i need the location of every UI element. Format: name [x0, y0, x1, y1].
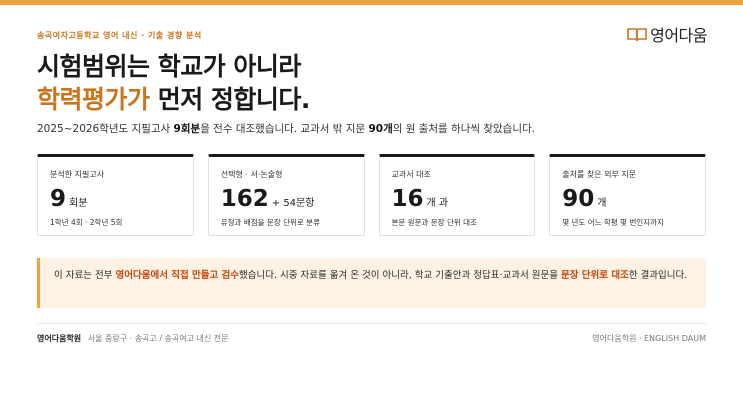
stat-card-questions: 선택형 · 서·논술형 162 + 54문항 유형과 배점을 문장 단위로 분류	[207, 154, 365, 236]
stat-card-value: 16	[391, 186, 424, 212]
stat-card-note: 유형과 배점을 문장 단위로 분류	[220, 218, 320, 227]
footer-left: 영어다움학원 서울 중랑구 · 송곡고 / 송곡여고 내신 전문	[37, 333, 229, 344]
stat-card-value-row: 9 회분	[50, 186, 181, 212]
stat-card-label: 출처를 찾은 외부 지문	[562, 170, 637, 179]
callout-text-3: 한 결과입니다.	[628, 270, 688, 281]
notice-callout: 이 자료는 전부 영어다움에서 직접 만들고 검수했습니다. 시중 자료를 옮겨…	[37, 258, 706, 308]
stat-card-label: 분석한 지필고사	[50, 170, 105, 179]
callout-highlight-1: 영어다움에서 직접 만들고 검수	[115, 270, 240, 281]
stat-card-note: 몇 년도 어느 학평 몇 번인지까지	[562, 218, 664, 227]
stat-card-unit: 개	[597, 198, 607, 209]
stat-card-value: 162	[220, 186, 269, 212]
stat-card-value-row: 16 개 과	[392, 186, 523, 212]
stat-card-note: 1학년 4회 · 2학년 5회	[50, 218, 123, 227]
stat-card-unit: 개 과	[426, 198, 449, 209]
lede-bold-1: 9회분	[173, 123, 201, 135]
brand-logo: 영어다움	[627, 22, 707, 46]
headline-line-2-rest: 먼저 정합니다.	[149, 85, 311, 114]
stat-card-value: 9	[50, 186, 67, 212]
stat-card-label: 교과서 대조	[391, 170, 431, 179]
headline-line-2: 학력평가가 먼저 정합니다.	[37, 83, 310, 116]
stat-cards: 분석한 지필고사 9 회분 1학년 4회 · 2학년 5회 선택형 · 서·논술…	[37, 154, 706, 236]
lede-text-2: 을 전수 대조했습니다. 교과서 밖 지문	[200, 123, 369, 135]
stat-card-unit: 회분	[69, 198, 88, 209]
logo-text: 영어다움	[650, 26, 707, 45]
lede-text-1: 2025~2026학년도 지필고사	[37, 123, 174, 135]
stat-card-value: 90	[562, 186, 595, 212]
footer-divider	[37, 323, 706, 324]
headline-accent: 학력평가가	[37, 85, 150, 114]
stat-card-exams: 분석한 지필고사 9 회분 1학년 4회 · 2학년 5회	[37, 154, 194, 236]
eyebrow-label: 송곡여자고등학교 영어 내신 · 기출 경향 분석	[37, 31, 202, 40]
headline-line-1: 시험범위는 학교가 아니라	[37, 52, 301, 81]
page-title: 시험범위는 학교가 아니라 학력평가가 먼저 정합니다.	[37, 50, 310, 116]
stat-card-value-row: 90 개	[562, 186, 693, 212]
footer-subtitle: 서울 중랑구 · 송곡고 / 송곡여고 내신 전문	[87, 334, 229, 343]
stat-card-sources: 출처를 찾은 외부 지문 90 개 몇 년도 어느 학평 몇 번인지까지	[549, 154, 706, 236]
stat-card-textbook: 교과서 대조 16 개 과 본문 원문과 문장 단위 대조	[378, 154, 536, 236]
callout-highlight-2: 문장 단위로 대조	[561, 270, 629, 281]
lede-bold-2: 90개	[368, 123, 393, 135]
stat-card-unit: + 54문항	[271, 198, 315, 209]
callout-text-2: 했습니다. 시중 자료를 옮겨 온 것이 아니라, 학교 기출안과 정답표·교과…	[239, 270, 562, 281]
footer-right: 영어다움학원 · ENGLISH DAUM	[592, 334, 706, 343]
book-icon	[627, 27, 647, 41]
stat-card-value-row: 162 + 54문항	[221, 186, 352, 212]
stat-card-label: 선택형 · 서·논술형	[220, 170, 283, 179]
lede-text-3: 의 원 출처를 하나씩 찾았습니다.	[392, 123, 536, 135]
top-accent-bar	[0, 0, 743, 5]
callout-text-1: 이 자료는 전부	[54, 270, 116, 281]
footer-brand: 영어다움학원	[37, 334, 82, 343]
stat-card-note: 본문 원문과 문장 단위 대조	[391, 218, 477, 227]
lede-paragraph: 2025~2026학년도 지필고사 9회분을 전수 대조했습니다. 교과서 밖 …	[37, 121, 535, 136]
